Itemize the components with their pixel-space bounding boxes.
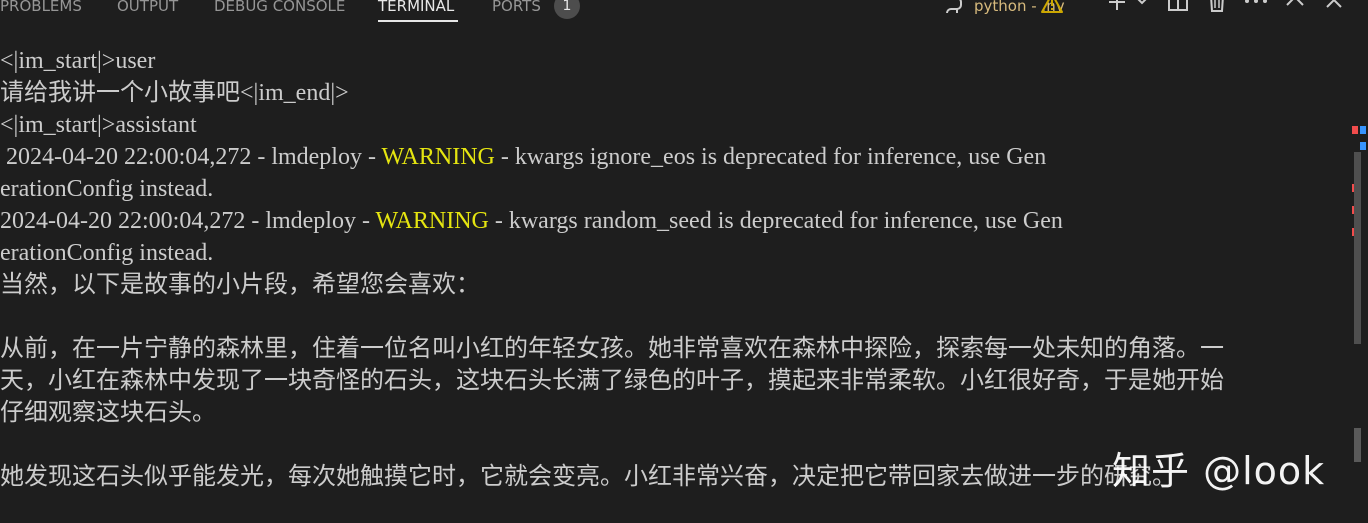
terminal-line: 2024-04-20 22:00:04,272 - lmdeploy - WAR…	[0, 205, 1063, 237]
terminal-line: 请给我讲一个小故事吧<|im_end|>	[0, 77, 349, 109]
terminal-line: erationConfig instead.	[0, 237, 213, 269]
terminal-line: 天，小红在森林中发现了一块奇怪的石头，这块石头长满了绿色的叶子，摸起来非常柔软。…	[0, 365, 1224, 397]
terminal-text: - kwargs random_seed is deprecated for i…	[488, 208, 1063, 234]
python-icon[interactable]	[944, 0, 968, 16]
terminal-text: 2024-04-20 22:00:04,272 - lmdeploy -	[0, 208, 376, 234]
chevron-down-icon[interactable]	[1133, 0, 1151, 8]
watermark: 知乎 @look	[1112, 449, 1326, 493]
terminal-toolbar: python - .nv	[0, 0, 1368, 24]
terminal-text: 2024-04-20 22:00:04,272 - lmdeploy -	[0, 144, 382, 170]
terminal-text: 她发现这石头似乎能发光，每次她触摸它时，它就会变亮。小红非常兴奋，决定把它带回家…	[0, 464, 1176, 490]
terminal-text: 请给我讲一个小故事吧<|im_end|>	[0, 80, 349, 106]
terminal-text: 仔细观察这块石头。	[0, 400, 216, 426]
terminal-line: erationConfig instead.	[0, 173, 213, 205]
scrollbar-position[interactable]	[1354, 428, 1361, 462]
terminal-text: <|im_start|>assistant	[0, 112, 197, 138]
close-icon[interactable]	[1324, 0, 1344, 10]
terminal-line: 她发现这石头似乎能发光，每次她触摸它时，它就会变亮。小红非常兴奋，决定把它带回家…	[0, 461, 1176, 493]
warning-level-text: WARNING	[381, 144, 495, 170]
terminal-text: 从前，在一片宁静的森林里，住着一位名叫小红的年轻女孩。她非常喜欢在森林中探险，探…	[0, 336, 1224, 362]
warning-icon[interactable]	[1040, 0, 1064, 14]
scrollbar-thumb[interactable]	[1354, 152, 1361, 344]
overview-marker	[1360, 142, 1366, 150]
terminal-text: erationConfig instead.	[0, 176, 214, 202]
terminal-line: <|im_start|>assistant	[0, 109, 197, 141]
panel-tab-bar: PROBLEMS OUTPUT DEBUG CONSOLE TERMINAL P…	[0, 0, 1368, 24]
overview-marker	[1360, 126, 1366, 134]
chevron-up-icon[interactable]	[1283, 0, 1307, 8]
terminal-scrollbar[interactable]	[1346, 44, 1368, 523]
terminal-line: 当然，以下是故事的小片段，希望您会喜欢：	[0, 269, 480, 301]
terminal-text: 当然，以下是故事的小片段，希望您会喜欢：	[0, 272, 480, 298]
overview-marker	[1352, 126, 1358, 134]
plus-icon[interactable]	[1106, 0, 1128, 12]
warning-level-text: WARNING	[375, 208, 489, 234]
terminal-panel: PROBLEMS OUTPUT DEBUG CONSOLE TERMINAL P…	[0, 0, 1368, 523]
terminal-line: 从前，在一片宁静的森林里，住着一位名叫小红的年轻女孩。她非常喜欢在森林中探险，探…	[0, 333, 1224, 365]
terminal-text: - kwargs ignore_eos is deprecated for in…	[494, 144, 1047, 170]
terminal-text: erationConfig instead.	[0, 240, 214, 266]
terminal-line: <|im_start|>user	[0, 45, 155, 77]
more-actions-icon[interactable]	[1241, 0, 1271, 10]
terminal-text: <|im_start|>user	[0, 48, 156, 74]
split-terminal-icon[interactable]	[1166, 0, 1190, 12]
trash-icon[interactable]	[1206, 0, 1228, 12]
terminal-line: 2024-04-20 22:00:04,272 - lmdeploy - WAR…	[0, 141, 1046, 173]
terminal-text: 天，小红在森林中发现了一块奇怪的石头，这块石头长满了绿色的叶子，摸起来非常柔软。…	[0, 368, 1224, 394]
terminal-line: 仔细观察这块石头。	[0, 397, 216, 429]
